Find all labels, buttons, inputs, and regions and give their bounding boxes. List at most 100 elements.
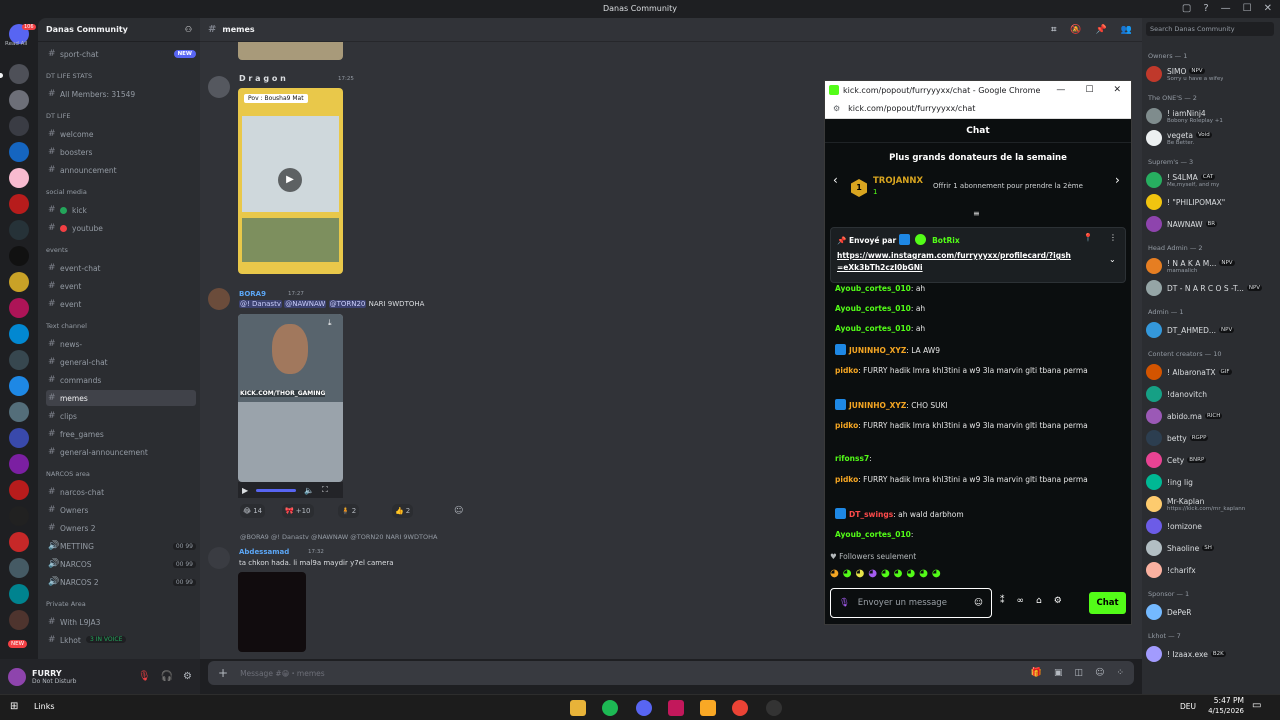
reaction-pill[interactable]: 🧍 2	[338, 504, 360, 518]
server-icon[interactable]	[9, 558, 29, 578]
server-icon[interactable]	[9, 142, 29, 162]
apps-icon[interactable]: ⁘	[1116, 668, 1124, 678]
emote-icon[interactable]: ◕	[919, 568, 928, 579]
read-all-label[interactable]: Read All	[5, 41, 27, 47]
volume-icon[interactable]: 🔈	[304, 486, 314, 495]
channel-category[interactable]: Text channel	[46, 320, 196, 332]
member-item[interactable]: SIMO NPV Sorry u have a wifey	[1146, 64, 1278, 84]
discord-icon[interactable]	[636, 700, 652, 716]
emote-icon[interactable]: ◕	[894, 568, 903, 579]
channel-item[interactable]: # sport-chat NEW	[46, 46, 196, 62]
chat-username[interactable]: Ayoub_cortes_010	[835, 304, 911, 313]
member-item[interactable]: DT_AHMED... NPV	[1146, 320, 1278, 340]
emoji-icon[interactable]: ☺	[974, 598, 983, 608]
emote-icon[interactable]: ◕	[906, 568, 915, 579]
members-icon[interactable]: 👥	[1121, 25, 1132, 35]
server-icon[interactable]	[9, 480, 29, 500]
member-item[interactable]: ! Izaax.exe B2K	[1146, 644, 1278, 664]
server-icon[interactable]	[9, 116, 29, 136]
taskbar-links-label[interactable]: Links	[34, 702, 55, 711]
channel-category[interactable]: Private Area	[46, 598, 196, 610]
play-icon[interactable]: ▶	[278, 168, 302, 192]
reaction-pill[interactable]: 👍 2	[392, 504, 414, 518]
channel-item[interactable]: # free_games	[46, 426, 196, 442]
member-item[interactable]: !ing lig	[1146, 472, 1278, 492]
badges-icon[interactable]: ⁑	[1000, 596, 1005, 606]
server-icon[interactable]	[9, 64, 29, 84]
member-item[interactable]: Cety BNRP	[1146, 450, 1278, 470]
app-icon[interactable]	[668, 700, 684, 716]
fullscreen-icon[interactable]: ⛶	[322, 485, 328, 495]
close-icon[interactable]: ✕	[1113, 85, 1121, 95]
server-icon[interactable]	[9, 610, 29, 630]
video-attachment[interactable]	[238, 572, 306, 652]
member-item[interactable]: !omizone	[1146, 516, 1278, 536]
member-item[interactable]: vegeta Void Be Better.	[1146, 128, 1278, 148]
send-chat-button[interactable]: Chat	[1089, 592, 1126, 614]
unpin-icon[interactable]: 📍	[1083, 233, 1093, 242]
maximize-icon[interactable]: ☐	[1085, 85, 1093, 95]
add-member-icon[interactable]: ⚇	[185, 25, 192, 34]
sticker-icon[interactable]: ◫	[1075, 668, 1084, 678]
chat-username[interactable]: pidko	[835, 421, 858, 430]
inbox-icon[interactable]: ▢	[1182, 3, 1191, 15]
member-item[interactable]: NAWNAW BR	[1146, 214, 1278, 234]
channel-item[interactable]: # event	[46, 278, 196, 294]
gif-icon[interactable]: ▣	[1054, 668, 1063, 678]
notifications-icon[interactable]: 🔕	[1070, 25, 1081, 35]
chat-username[interactable]: Ayoub_cortes_010	[835, 284, 911, 293]
collapse-icon[interactable]: ≡	[973, 209, 980, 218]
kick-input-placeholder[interactable]: Envoyer un message	[858, 598, 947, 608]
help-icon[interactable]: ?	[1203, 3, 1208, 15]
channel-item[interactable]: # youtube	[46, 220, 196, 236]
member-item[interactable]: abido.ma RICH	[1146, 406, 1278, 426]
message-author[interactable]: BORA9	[239, 290, 266, 298]
channel-category[interactable]: events	[46, 244, 196, 256]
channel-item[interactable]: # news-	[46, 336, 196, 352]
member-item[interactable]: ! AlbaronaTX GIF	[1146, 362, 1278, 382]
server-icon[interactable]	[9, 584, 29, 604]
video-attachment[interactable]: KICK.COM/THOR_GAMING ⤓	[238, 314, 343, 482]
channel-item[interactable]: # kick	[46, 202, 196, 218]
emote-icon[interactable]: ◕	[932, 568, 941, 579]
server-icon[interactable]	[9, 454, 29, 474]
channel-item[interactable]: # welcome	[46, 126, 196, 142]
member-item[interactable]: Mr-Kaplan https://kick.com/mr_kaplann	[1146, 494, 1278, 514]
server-icon[interactable]	[9, 428, 29, 448]
member-item[interactable]: ! iamNinj4 Bobony Roleplay +1	[1146, 106, 1278, 126]
user-mention[interactable]: @TORN20	[328, 300, 367, 308]
media-attachment[interactable]	[238, 42, 343, 60]
pinned-link[interactable]: https://www.instagram.com/furryyyxx/prof…	[837, 250, 1077, 274]
pin-icon[interactable]: 📌	[1096, 25, 1107, 35]
member-item[interactable]: !charifx	[1146, 560, 1278, 580]
gear-icon[interactable]: ⚙	[183, 671, 192, 682]
site-settings-icon[interactable]: ⚙	[833, 104, 840, 113]
attach-plus-icon[interactable]: +	[218, 666, 228, 680]
reaction-pill[interactable]: 🎀 +10	[282, 504, 314, 518]
channel-item[interactable]: # event	[46, 296, 196, 312]
channel-item[interactable]: # event-chat	[46, 260, 196, 276]
user-avatar[interactable]	[8, 667, 26, 686]
channel-item[interactable]: 🔊 NARCOS 2 00 99	[46, 574, 196, 590]
maximize-icon[interactable]: ☐	[1243, 3, 1252, 15]
member-item[interactable]: ! "PHILIPOMAX"	[1146, 192, 1278, 212]
windows-icon[interactable]: ⊞	[10, 701, 18, 712]
clock-time[interactable]: 5:47 PM	[1208, 696, 1244, 705]
close-icon[interactable]: ✕	[1264, 3, 1272, 15]
emote-icon[interactable]: ◕	[855, 568, 864, 579]
channel-category[interactable]: DT LIFE STATS	[46, 70, 196, 82]
server-icon[interactable]	[9, 324, 29, 344]
channel-item[interactable]: # Owners 2	[46, 520, 196, 536]
member-item[interactable]: DT - N A R C O S -T... NPV	[1146, 278, 1278, 298]
message-author[interactable]: Abdessamad	[239, 548, 289, 556]
progress-bar[interactable]	[256, 488, 297, 492]
server-icon[interactable]	[9, 350, 29, 370]
chat-username[interactable]: rifonss7	[835, 454, 869, 463]
channel-item[interactable]: # Owners	[46, 502, 196, 518]
reaction-pill[interactable]: 😂 14	[240, 504, 266, 518]
new-servers-badge[interactable]: NEW	[8, 640, 28, 648]
channel-item[interactable]: # general-announcement	[46, 444, 196, 460]
chevron-down-icon[interactable]: ⌄	[1109, 255, 1116, 264]
threads-icon[interactable]: ⌗	[1051, 25, 1056, 35]
file-explorer-icon[interactable]	[570, 700, 586, 716]
